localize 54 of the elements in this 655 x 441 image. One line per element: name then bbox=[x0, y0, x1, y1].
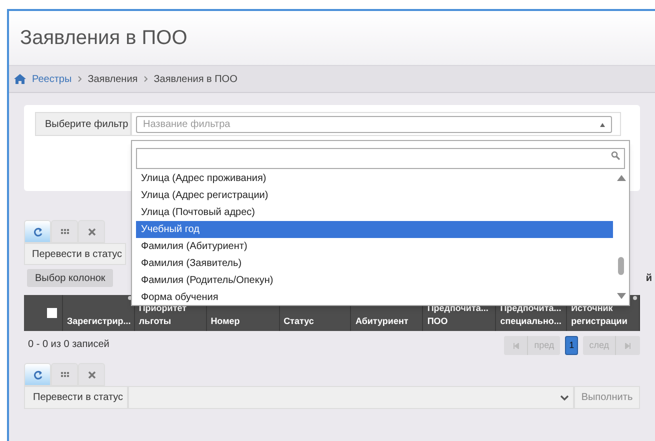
column-header[interactable]: Абитуриент bbox=[355, 315, 408, 328]
toolbar-tab[interactable] bbox=[78, 220, 105, 243]
column-menu-icon[interactable] bbox=[632, 296, 637, 300]
column-header[interactable]: Предпочита... специально... bbox=[500, 302, 562, 328]
filter-search-field[interactable] bbox=[136, 148, 625, 169]
toolbar-tab[interactable] bbox=[51, 363, 78, 386]
chevron-right-icon bbox=[144, 76, 148, 82]
status-label: Перевести в статус bbox=[24, 243, 126, 265]
last-page-icon bbox=[625, 342, 631, 348]
scroll-up-icon bbox=[616, 175, 626, 181]
refresh-icon bbox=[32, 226, 42, 236]
home-icon[interactable] bbox=[14, 74, 26, 84]
scroll-down-icon bbox=[616, 293, 626, 299]
column-header[interactable]: Источник регистрации bbox=[571, 302, 628, 328]
filter-option[interactable]: Фамилия (Заявитель) bbox=[136, 255, 613, 272]
records-info: 0 - 0 из 0 записей bbox=[28, 338, 110, 352]
filter-option[interactable]: Улица (Почтовый адрес) bbox=[136, 204, 613, 221]
filter-placeholder: Название фильтра bbox=[143, 118, 230, 132]
filter-label: Выберите фильтр bbox=[35, 112, 131, 136]
column-header[interactable]: Предпочита... ПОО bbox=[427, 302, 488, 328]
column-header[interactable]: Номер bbox=[210, 315, 240, 328]
breadcrumb-link[interactable]: Реестры bbox=[32, 72, 72, 86]
status-label: Перевести в статус bbox=[24, 386, 128, 409]
toolbar-tab[interactable] bbox=[51, 220, 78, 243]
page-title: Заявления в ПОО bbox=[20, 26, 188, 51]
breadcrumb-item: Заявления bbox=[88, 72, 138, 86]
column-header[interactable]: Приоритет льготы bbox=[138, 302, 187, 328]
toolbar-text: й bbox=[646, 272, 652, 286]
scroll-thumb[interactable] bbox=[618, 257, 624, 275]
breadcrumb-item: Заявления в ПОО bbox=[154, 72, 238, 86]
search-icon bbox=[611, 151, 620, 160]
filter-option[interactable]: Учебный год bbox=[136, 221, 613, 238]
column-header[interactable]: Зарегистрир... bbox=[66, 315, 131, 328]
refresh-icon bbox=[32, 370, 42, 380]
column-chooser-button[interactable]: Выбор колонок bbox=[27, 269, 114, 287]
column-header[interactable]: Статус bbox=[284, 315, 314, 328]
close-icon bbox=[86, 370, 96, 380]
filter-option[interactable]: Фамилия (Абитуриент) bbox=[136, 238, 613, 255]
filter-option[interactable]: Улица (Адрес регистрации) bbox=[136, 187, 613, 204]
filter-option[interactable]: Улица (Адрес проживания) bbox=[136, 170, 613, 187]
first-page-icon bbox=[512, 342, 519, 348]
toolbar-tab[interactable] bbox=[24, 220, 51, 243]
grid-icon bbox=[60, 226, 70, 236]
select-all-checkbox[interactable] bbox=[46, 308, 57, 318]
caret-icon bbox=[600, 122, 605, 126]
grid-icon bbox=[60, 370, 70, 380]
chevron-down-icon bbox=[560, 394, 569, 400]
filter-option[interactable]: Фамилия (Родитель/Опекун) bbox=[136, 272, 613, 289]
toolbar-tab[interactable] bbox=[24, 363, 51, 386]
page-number-button[interactable]: 1 bbox=[565, 336, 578, 355]
chevron-right-icon bbox=[78, 76, 82, 82]
toolbar-tab[interactable] bbox=[78, 363, 105, 386]
close-icon bbox=[86, 226, 96, 236]
filter-option[interactable]: Форма обучения bbox=[136, 289, 613, 305]
